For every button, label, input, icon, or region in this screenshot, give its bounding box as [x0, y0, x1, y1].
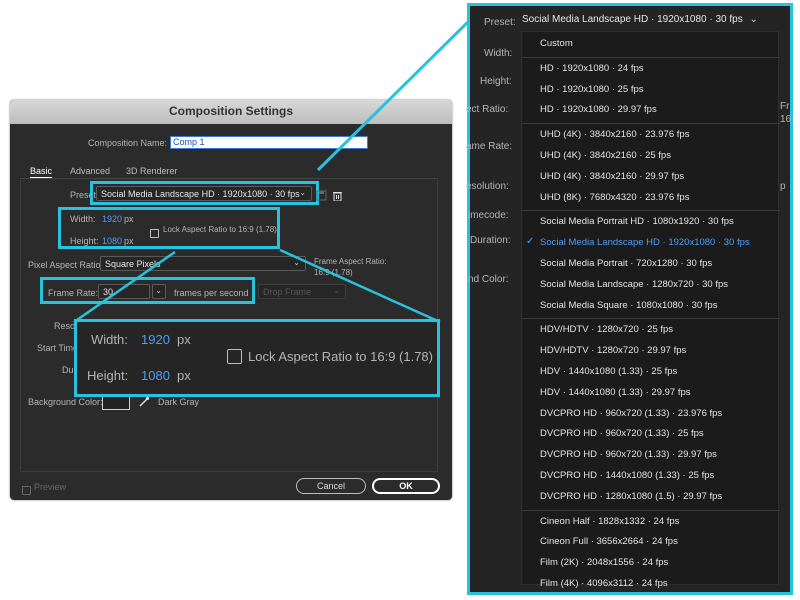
preset-menu-item[interactable]: HDV · 1440x1080 (1.33) · 29.97 fps [540, 387, 691, 398]
side-clip-p: p [780, 181, 786, 192]
preset-menu-item[interactable]: Film (2K) · 2048x1556 · 24 fps [540, 557, 668, 568]
checkmark-icon: ✓ [526, 236, 535, 248]
preset-menu-item[interactable]: Film (4K) · 4096x3112 · 24 fps [540, 578, 668, 589]
menu-separator [522, 56, 780, 58]
preset-menu-item[interactable]: DVCPRO HD · 960x720 (1.33) · 23.976 fps [540, 408, 722, 419]
preset-menu-item[interactable]: DVCPRO HD · 1440x1080 (1.33) · 25 fps [540, 470, 714, 481]
side-label-height: Height: [480, 76, 512, 87]
side-clip-16: 16 [780, 114, 792, 125]
side-label-width: Width: [484, 48, 513, 59]
preset-menu-item[interactable]: UHD (4K) · 3840x2160 · 23.976 fps [540, 129, 689, 140]
preset-menu-item[interactable]: HDV · 1440x1080 (1.33) · 25 fps [540, 366, 677, 377]
preset-menu-item[interactable]: DVCPRO HD · 960x720 (1.33) · 25 fps [540, 428, 704, 439]
side-label-timecode: imecode: [468, 210, 509, 221]
side-label-bg-color: nd Color: [468, 274, 509, 285]
side-label-frame-rate: ame Rate: [466, 141, 513, 152]
preset-menu-item[interactable]: HD · 1920x1080 · 24 fps [540, 63, 644, 74]
menu-separator [522, 509, 780, 511]
preset-menu-item[interactable]: HDV/HDTV · 1280x720 · 29.97 fps [540, 345, 686, 356]
preset-dropdown-list: Custom HD · 1920x1080 · 24 fps HD · 1920x1… [521, 31, 780, 589]
preset-menu-item-selected[interactable]: Social Media Landscape HD · 1920x1080 · … [540, 237, 750, 248]
menu-preset-label: Preset: [484, 17, 516, 28]
side-label-resolution: esolution: [466, 181, 509, 192]
preset-menu-item[interactable]: HD · 1920x1080 · 25 fps [540, 84, 644, 95]
menu-separator [522, 210, 780, 212]
menu-separator [522, 123, 780, 125]
preset-menu-item[interactable]: Cineon Full · 3656x2664 · 24 fps [540, 536, 678, 547]
preset-menu-item[interactable]: Social Media Portrait · 720x1280 · 30 fp… [540, 258, 712, 269]
preset-menu-item[interactable]: HDV/HDTV · 1280x720 · 25 fps [540, 324, 673, 335]
preset-menu-item[interactable]: Social Media Landscape · 1280x720 · 30 f… [540, 279, 728, 290]
preset-menu-item[interactable]: Social Media Square · 1080x1080 · 30 fps [540, 300, 717, 311]
preset-menu-item[interactable]: DVCPRO HD · 960x720 (1.33) · 29.97 fps [540, 449, 717, 460]
side-label-aspect-ratio: ect Ratio: [466, 104, 509, 115]
preset-menu-item[interactable]: HD · 1920x1080 · 29.97 fps [540, 104, 657, 115]
chevron-down-icon: ⌄ [749, 14, 758, 25]
preset-menu-item[interactable]: DVCPRO HD · 1280x1080 (1.5) · 29.97 fps [540, 491, 722, 502]
preset-menu-item[interactable]: UHD (4K) · 3840x2160 · 29.97 fps [540, 171, 684, 182]
preset-menu-item[interactable]: Cineon Half · 1828x1332 · 24 fps [540, 516, 679, 527]
menu-preset-value-text: Social Media Landscape HD · 1920x1080 · … [522, 14, 743, 25]
side-label-duration: Duration: [470, 235, 511, 246]
side-clip-fr: Fr [780, 101, 790, 112]
menu-separator [522, 318, 780, 320]
preset-menu-item[interactable]: UHD (4K) · 3840x2160 · 25 fps [540, 150, 671, 161]
preset-menu-item[interactable]: Custom [540, 38, 573, 49]
preset-menu-callout: Preset: Social Media Landscape HD · 1920… [466, 3, 793, 595]
preset-menu-item[interactable]: UHD (8K) · 7680x4320 · 23.976 fps [540, 192, 689, 203]
preset-menu-item[interactable]: Social Media Portrait HD · 1080x1920 · 3… [540, 216, 734, 227]
menu-preset-value[interactable]: Social Media Landscape HD · 1920x1080 · … [522, 14, 776, 30]
